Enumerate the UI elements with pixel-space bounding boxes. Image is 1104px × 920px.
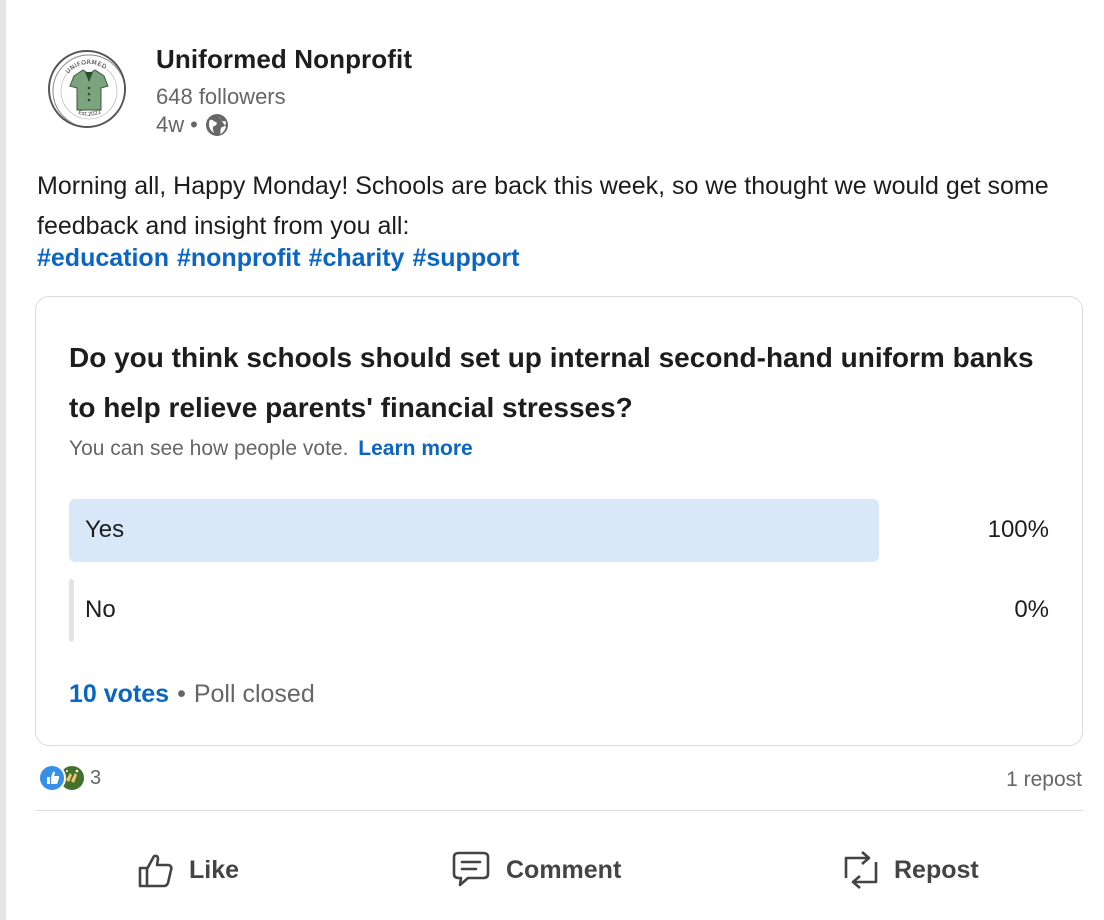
- action-divider: [35, 810, 1083, 811]
- author-name[interactable]: Uniformed Nonprofit: [156, 44, 412, 75]
- poll-option-no: No 0%: [69, 579, 1049, 642]
- hashtag-support[interactable]: #support: [412, 244, 519, 273]
- hashtag-charity[interactable]: #charity: [309, 244, 405, 273]
- poll-option-label: Yes: [85, 516, 125, 543]
- hashtag-nonprofit[interactable]: #nonprofit: [177, 244, 301, 273]
- poll-option-label: No: [85, 596, 116, 623]
- hashtag-list: #education #nonprofit #charity #support: [37, 244, 519, 273]
- poll-option-percent: 100%: [987, 516, 1049, 543]
- poll-footer-separator: •: [177, 680, 186, 708]
- like-label: Like: [189, 855, 240, 884]
- poll-card: Do you think schools should set up inter…: [35, 296, 1083, 746]
- comment-button[interactable]: Comment: [448, 842, 621, 898]
- poll-result-bar-yes: [69, 499, 879, 562]
- left-border: [0, 0, 6, 920]
- vote-count-link[interactable]: 10 votes: [69, 680, 169, 709]
- post-age: 4w: [156, 112, 185, 137]
- poll-option-percent: 0%: [1014, 596, 1049, 623]
- repost-button[interactable]: Repost: [840, 842, 979, 898]
- comment-icon: [448, 849, 494, 891]
- follower-count: 648 followers: [156, 84, 286, 109]
- globe-icon: [204, 112, 230, 138]
- repost-label: Repost: [894, 855, 979, 884]
- repost-icon: [840, 848, 882, 892]
- reaction-count: 3: [90, 766, 102, 789]
- repost-count[interactable]: 1 repost: [1006, 768, 1082, 792]
- poll-footer: 10 votes • Poll closed: [69, 680, 315, 709]
- like-reaction-icon: [38, 764, 66, 792]
- poll-status: Poll closed: [193, 680, 315, 708]
- post-header: UNIFORMED Est.2022 Uniformed Nonprofit 6…: [48, 42, 548, 142]
- comment-label: Comment: [506, 855, 622, 884]
- thumbs-up-icon: [135, 849, 177, 891]
- like-button[interactable]: Like: [135, 842, 239, 898]
- reactions-summary[interactable]: 3: [38, 764, 101, 792]
- post-meta: 4w •: [156, 112, 230, 138]
- poll-question: Do you think schools should set up inter…: [69, 342, 1034, 423]
- poll-visibility-note: You can see how people vote. Learn more: [69, 437, 473, 461]
- meta-separator: •: [190, 112, 198, 137]
- poll-option-yes: Yes 100%: [69, 499, 1049, 562]
- poll-result-bar-no: [69, 579, 74, 642]
- hashtag-education[interactable]: #education: [37, 244, 169, 273]
- learn-more-link[interactable]: Learn more: [358, 437, 472, 460]
- company-logo[interactable]: UNIFORMED Est.2022: [48, 50, 126, 128]
- post-text: Morning all, Happy Monday! Schools are b…: [37, 172, 1049, 240]
- poll-visibility-text: You can see how people vote.: [69, 437, 349, 460]
